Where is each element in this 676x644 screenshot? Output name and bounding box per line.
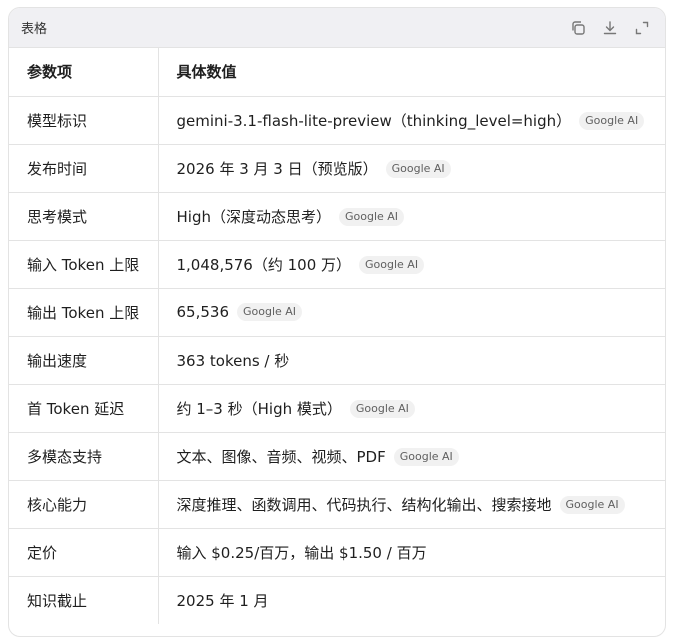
- table-row: 知识截止 2025 年 1 月: [9, 576, 665, 624]
- table-card: 表格 参数项 具体数值 模型标识 gemini-3.1-flash-lite-p…: [8, 7, 666, 637]
- row-parameter: 输入 Token 上限: [9, 240, 159, 289]
- row-value-cell: 1,048,576（约 100 万） Google AI: [158, 240, 665, 289]
- table-row: 输入 Token 上限 1,048,576（约 100 万） Google AI: [9, 240, 665, 289]
- row-value: 2025 年 1 月: [176, 591, 269, 610]
- source-chip[interactable]: Google AI: [579, 112, 645, 130]
- table-row: 输出速度 363 tokens / 秒: [9, 336, 665, 385]
- row-value: 约 1–3 秒（High 模式）: [176, 399, 342, 418]
- download-icon[interactable]: [601, 19, 619, 37]
- copy-icon[interactable]: [569, 19, 587, 37]
- row-value: 65,536: [176, 302, 230, 321]
- row-parameter: 核心能力: [9, 480, 159, 529]
- row-value: 文本、图像、音频、视频、PDF: [176, 447, 386, 466]
- row-value-cell: 输入 $0.25/百万，输出 $1.50 / 百万: [158, 528, 665, 577]
- row-value-cell: High（深度动态思考） Google AI: [158, 192, 665, 241]
- card-header: 表格: [9, 8, 665, 48]
- row-value: 363 tokens / 秒: [176, 351, 290, 370]
- row-value: 输入 $0.25/百万，输出 $1.50 / 百万: [176, 543, 427, 562]
- table-row: 输出 Token 上限 65,536 Google AI: [9, 288, 665, 337]
- row-value-cell: 363 tokens / 秒: [158, 336, 665, 385]
- source-chip[interactable]: Google AI: [385, 160, 451, 178]
- table-row: 多模态支持 文本、图像、音频、视频、PDF Google AI: [9, 432, 665, 481]
- table-row: 首 Token 延迟约 1–3 秒（High 模式） Google AI: [9, 384, 665, 433]
- table-header-row: 参数项 具体数值: [9, 48, 665, 97]
- table-row: 定价 输入 $0.25/百万，输出 $1.50 / 百万: [9, 528, 665, 577]
- row-value-cell: 2025 年 1 月: [158, 576, 665, 624]
- row-parameter: 输出速度: [9, 336, 159, 385]
- table-body: 模型标识 gemini-3.1-flash-lite-preview（thinki…: [9, 96, 665, 624]
- row-value-cell: 2026 年 3 月 3 日（预览版） Google AI: [158, 144, 665, 193]
- row-value: 2026 年 3 月 3 日（预览版）: [176, 159, 378, 178]
- row-value-cell: 深度推理、函数调用、代码执行、结构化输出、搜索接地 Google AI: [158, 480, 665, 529]
- row-parameter: 模型标识: [9, 96, 159, 145]
- row-parameter: 思考模式: [9, 192, 159, 241]
- row-value: 深度推理、函数调用、代码执行、结构化输出、搜索接地: [176, 495, 552, 514]
- row-parameter: 知识截止: [9, 576, 159, 624]
- row-value-cell: 65,536 Google AI: [158, 288, 665, 337]
- row-parameter: 多模态支持: [9, 432, 159, 481]
- row-value-cell: 文本、图像、音频、视频、PDF Google AI: [158, 432, 665, 481]
- column-header-value: 具体数值: [158, 48, 665, 97]
- row-value-cell: 约 1–3 秒（High 模式） Google AI: [158, 384, 665, 433]
- table-row: 核心能力 深度推理、函数调用、代码执行、结构化输出、搜索接地 Google AI: [9, 480, 665, 529]
- row-parameter: 定价: [9, 528, 159, 577]
- header-actions: [569, 19, 651, 37]
- source-chip[interactable]: Google AI: [393, 448, 459, 466]
- row-value: gemini-3.1-flash-lite-preview（thinking_l…: [176, 111, 572, 130]
- column-header-parameter: 参数项: [9, 48, 159, 97]
- row-parameter: 首 Token 延迟: [9, 384, 159, 433]
- source-chip[interactable]: Google AI: [359, 256, 425, 274]
- row-value-cell: gemini-3.1-flash-lite-preview（thinking_l…: [158, 96, 665, 145]
- source-chip[interactable]: Google AI: [349, 400, 415, 418]
- row-parameter: 输出 Token 上限: [9, 288, 159, 337]
- row-value: High（深度动态思考）: [176, 207, 331, 226]
- table-row: 思考模式 High（深度动态思考） Google AI: [9, 192, 665, 241]
- table-row: 发布时间 2026 年 3 月 3 日（预览版） Google AI: [9, 144, 665, 193]
- source-chip[interactable]: Google AI: [559, 496, 625, 514]
- source-chip[interactable]: Google AI: [237, 303, 303, 322]
- row-value: 1,048,576（约 100 万）: [176, 255, 352, 274]
- expand-icon[interactable]: [633, 19, 651, 37]
- card-title: 表格: [21, 22, 48, 37]
- row-parameter: 发布时间: [9, 144, 159, 193]
- data-table: 参数项 具体数值 模型标识 gemini-3.1-flash-lite-previ…: [9, 48, 665, 624]
- source-chip[interactable]: Google AI: [338, 208, 405, 226]
- table-row: 模型标识 gemini-3.1-flash-lite-preview（thinki…: [9, 96, 665, 145]
